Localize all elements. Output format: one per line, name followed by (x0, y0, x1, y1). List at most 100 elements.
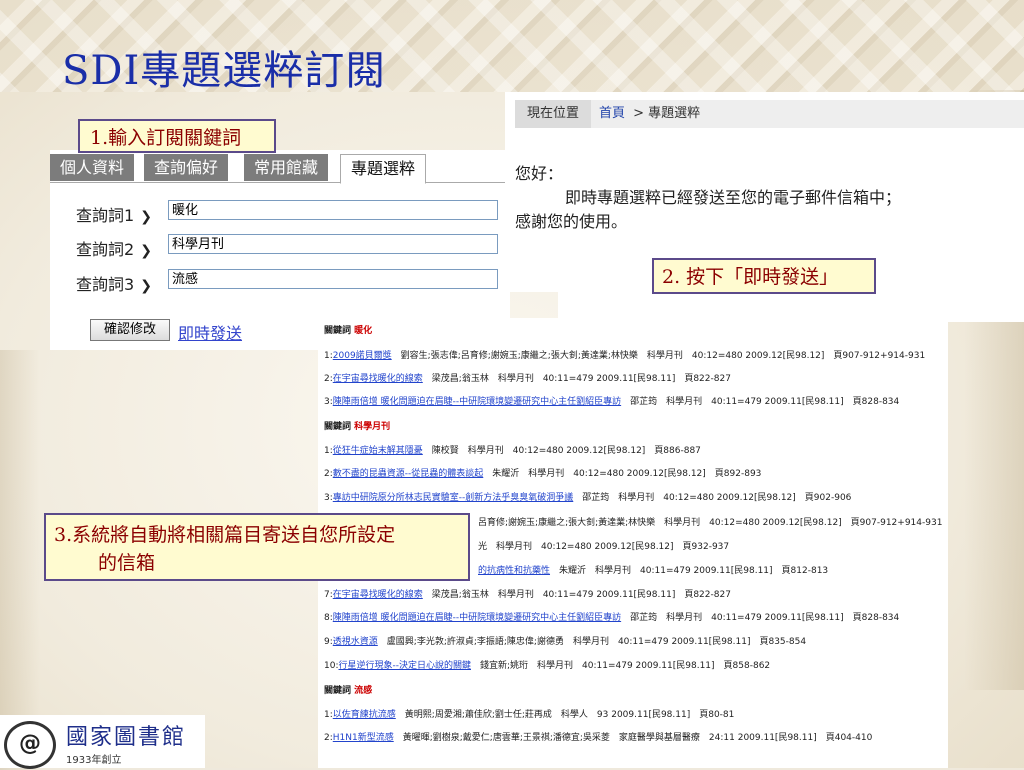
result-title-link[interactable]: 行星逆行現象--決定日心說的關鍵 (338, 661, 471, 671)
result-row: 3:專訪中研院原分所林志民實驗室--創新方法乎臭臭氧破洞爭議 邵芷筠 科學月刊 … (324, 490, 851, 503)
result-title-link[interactable]: 專訪中研院原分所林志民實驗室--創新方法乎臭臭氧破洞爭議 (333, 493, 574, 503)
callout-step-3-line-2: 的信箱 (98, 552, 156, 574)
result-number: 1: (324, 710, 333, 720)
decorative-left-edge (0, 350, 40, 770)
send-now-link[interactable]: 即時發送 (178, 320, 242, 344)
result-row: 2:在宇宙尋找暖化的線索 梁茂昌;翁玉林 科學月刊 40:11=479 2009… (324, 371, 731, 384)
result-title-link[interactable]: 在宇宙尋找暖化的線索 (333, 374, 423, 384)
result-row: 2:數不盡的昆蟲資源--從昆蟲的體表談起 朱耀沂 科學月刊 40:12=480 … (324, 466, 761, 479)
query-input-1[interactable]: 暖化 (168, 200, 498, 220)
callout-step-2: 2. 按下「即時發送」 (652, 258, 876, 294)
result-title-link[interactable]: 陳陣雨倍增 暖化問題迫在眉睫--中研院環境變遷研究中心主任劉紹臣專訪 (333, 613, 621, 623)
breadcrumb-home-link[interactable]: 首頁 (599, 106, 625, 121)
keyword-header-1: 關鍵詞 暖化 (324, 323, 372, 336)
tab-bar: 個人資料 查詢偏好 常用館藏 專題選粹 (50, 154, 510, 184)
result-details: 邵芷筠 科學月刊 40:12=480 2009.12[民98.12] 頁902-… (573, 493, 852, 503)
greeting-line-2: 即時專題選粹已經發送至您的電子郵件信箱中； (565, 188, 902, 207)
result-details: 黃明熙;周愛湘;蕭佳欣;劉士任;莊再成 科學人 93 2009.11[民98.1… (395, 710, 735, 720)
result-title-link[interactable]: 從狂牛症始末解其隱憂 (333, 446, 423, 456)
result-title-link[interactable]: 在宇宙尋找暖化的線索 (333, 590, 423, 600)
result-details: 黃曜暉;劉樹泉;戴愛仁;唐雲華;王景祺;潘德宜;吳采菱 家庭醫學與基層醫療 24… (393, 733, 873, 743)
result-row: 8:陳陣雨倍增 暖化問題迫在眉睫--中研院環境變遷研究中心主任劉紹臣專訪 邵芷筠… (324, 610, 899, 623)
tab-personal-info[interactable]: 個人資料 (50, 154, 137, 181)
result-row: 9:透視水資源 盧國興;李光敦;許淑貞;李振語;陳忠偉;謝德勇 科學月刊 40:… (324, 634, 806, 647)
result-number: 10: (324, 661, 339, 671)
chevron-right-icon: ❯ (140, 209, 152, 225)
greeting-message: 您好： 即時專題選粹已經發送至您的電子郵件信箱中； 感謝您的使用。 (515, 162, 901, 234)
result-details: 梁茂昌;翁玉林 科學月刊 40:11=479 2009.11[民98.11] 頁… (422, 374, 731, 384)
keyword-term: 科學月刊 (354, 422, 391, 432)
result-number: 3: (324, 397, 333, 407)
result-details: 梁茂昌;翁玉林 科學月刊 40:11=479 2009.11[民98.11] 頁… (422, 590, 731, 600)
result-row: 10:行星逆行現象--決定日心說的關鍵 錢宜新;姚珩 科學月刊 40:11=47… (324, 658, 770, 671)
result-title-link[interactable]: H1N1新型流感 (333, 733, 394, 743)
result-details: 盧國興;李光敦;許淑貞;李振語;陳忠偉;謝德勇 科學月刊 40:11=479 2… (377, 637, 807, 647)
result-row: 1:以佐育練抗流感 黃明熙;周愛湘;蕭佳欣;劉士任;莊再成 科學人 93 200… (324, 707, 734, 720)
logo-name: 國家圖書館 (66, 725, 187, 750)
callout-step-3-line-1: 3.系統將自動將相關篇目寄送自您所設定 (54, 524, 396, 546)
tab-favorite-collections[interactable]: 常用館藏 (244, 154, 331, 181)
callout-step-3: 3.系統將自動將相關篇目寄送自您所設定 的信箱 (44, 513, 470, 581)
result-row: 1:2009諾貝爾獎 劉容生;張志偉;呂育修;謝婉玉;康繼之;張大釗;黃達業;林… (324, 348, 925, 361)
logo-established: 1933年創立 (66, 755, 122, 766)
result-number: 9: (324, 637, 333, 647)
result-title-link[interactable]: 的抗病性和抗藥性 (478, 566, 550, 576)
result-details: 邵芷筠 科學月刊 40:11=479 2009.11[民98.11] 頁828-… (621, 613, 900, 623)
result-details: 邵芷筠 科學月刊 40:11=479 2009.11[民98.11] 頁828-… (621, 397, 900, 407)
result-row-partial: 的抗病性和抗藥性 朱耀沂 科學月刊 40:11=479 2009.11[民98.… (478, 563, 828, 576)
result-details: 呂育修;謝婉玉;康繼之;張大釗;黃達業;林快樂 科學月刊 40:12=480 2… (478, 518, 943, 528)
result-row: 1:從狂牛症始末解其隱憂 陳校賢 科學月刊 40:12=480 2009.12[… (324, 443, 701, 456)
breadcrumb-current: 專題選粹 (648, 106, 701, 121)
result-row: 3:陳陣雨倍增 暖化問題迫在眉睫--中研院環境變遷研究中心主任劉紹臣專訪 邵芷筠… (324, 394, 899, 407)
result-title-link[interactable]: 數不盡的昆蟲資源--從昆蟲的體表談起 (333, 469, 484, 479)
keyword-term: 流感 (354, 686, 373, 696)
keyword-label: 關鍵詞 (324, 686, 352, 696)
query-input-2[interactable]: 科學月刊 (168, 234, 498, 254)
query-row-3: 查詢詞3 ❯ (76, 271, 152, 295)
query-input-3[interactable]: 流感 (168, 269, 498, 289)
result-row: 2:H1N1新型流感 黃曜暉;劉樹泉;戴愛仁;唐雲華;王景祺;潘德宜;吳采菱 家… (324, 730, 872, 743)
query-label-3: 查詢詞3 (76, 275, 135, 294)
result-number: 7: (324, 590, 333, 600)
keyword-term: 暖化 (354, 326, 373, 336)
result-number: 8: (324, 613, 333, 623)
result-details: 光 科學月刊 40:12=480 2009.12[民98.12] 頁932-93… (478, 542, 730, 552)
result-title-link[interactable]: 陳陣雨倍增 暖化問題迫在眉睫--中研院環境變遷研究中心主任劉紹臣專訪 (333, 397, 621, 407)
keyword-label: 關鍵詞 (324, 326, 352, 336)
result-number: 1: (324, 446, 333, 456)
tab-sdi[interactable]: 專題選粹 (340, 154, 427, 184)
result-details: 陳校賢 科學月刊 40:12=480 2009.12[民98.12] 頁886-… (422, 446, 701, 456)
result-row-partial: 呂育修;謝婉玉;康繼之;張大釗;黃達業;林快樂 科學月刊 40:12=480 2… (478, 515, 942, 528)
result-details: 朱耀沂 科學月刊 40:11=479 2009.11[民98.11] 頁812-… (550, 566, 829, 576)
result-number: 2: (324, 374, 333, 384)
keyword-header-3: 關鍵詞 流感 (324, 683, 372, 696)
result-details: 劉容生;張志偉;呂育修;謝婉玉;康繼之;張大釗;黃達業;林快樂 科學月刊 40:… (391, 351, 926, 361)
breadcrumb-separator: > (633, 106, 645, 121)
result-row-partial: 光 科學月刊 40:12=480 2009.12[民98.12] 頁932-93… (478, 539, 729, 552)
result-number: 3: (324, 493, 333, 503)
result-title-link[interactable]: 2009諾貝爾獎 (333, 351, 392, 361)
chevron-right-icon: ❯ (140, 243, 152, 259)
greeting-line-3: 感謝您的使用。 (515, 212, 628, 231)
slide-title: SDI專題選粹訂閱 (62, 48, 387, 94)
result-title-link[interactable]: 以佐育練抗流感 (333, 710, 396, 720)
tab-query-preferences[interactable]: 查詢偏好 (144, 154, 231, 181)
greeting-line-1: 您好： (515, 164, 564, 183)
confirm-edit-button[interactable]: 確認修改 (90, 319, 170, 341)
query-label-2: 查詢詞2 (76, 240, 135, 259)
query-label-1: 查詢詞1 (76, 206, 135, 225)
result-title-link[interactable]: 透視水資源 (333, 637, 378, 647)
result-number: 2: (324, 469, 333, 479)
keyword-header-2: 關鍵詞 科學月刊 (324, 419, 390, 432)
breadcrumb-location-label: 現在位置 (515, 100, 592, 128)
result-row: 7:在宇宙尋找暖化的線索 梁茂昌;翁玉林 科學月刊 40:11=479 2009… (324, 587, 731, 600)
callout-step-1: 1.輸入訂閱關鍵詞 (78, 119, 276, 153)
breadcrumb: 現在位置 首頁 > 專題選粹 (515, 100, 1024, 128)
library-logo: @ 國家圖書館 1933年創立 (0, 715, 205, 769)
chevron-right-icon: ❯ (140, 278, 152, 294)
keyword-label: 關鍵詞 (324, 422, 352, 432)
query-row-1: 查詢詞1 ❯ (76, 202, 152, 226)
result-details: 朱耀沂 科學月刊 40:12=480 2009.12[民98.12] 頁892-… (483, 469, 762, 479)
result-number: 1: (324, 351, 333, 361)
result-number: 2: (324, 733, 333, 743)
